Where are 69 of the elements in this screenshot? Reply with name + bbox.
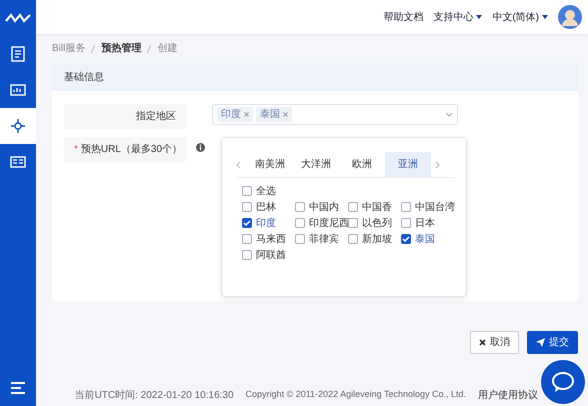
chart-card-icon [10, 84, 26, 96]
checkbox-label: 马来西 [256, 232, 286, 246]
section-header: 基础信息 [52, 63, 578, 91]
footer-time: 当前UTC时间: 2022-01-20 10:16:30 [74, 388, 234, 403]
checkbox-label: 新加坡 [362, 232, 392, 246]
checkbox[interactable] [348, 218, 358, 228]
terms-link[interactable]: 用户使用协议 [478, 388, 538, 403]
checkbox-label: 中国台湾 [415, 200, 455, 214]
header-link[interactable]: 支持中心 [433, 10, 482, 24]
checkbox-label: 全选 [256, 184, 276, 198]
checkbox[interactable] [348, 202, 358, 212]
chevron-down-icon [445, 112, 453, 117]
checkbox-label: 以色列 [362, 216, 392, 230]
required-mark: * [74, 144, 78, 155]
breadcrumb-separator-icon [147, 44, 152, 54]
checkbox[interactable] [295, 202, 305, 212]
region-tab[interactable]: 大洋洲 [293, 152, 339, 177]
checkbox-label: 中国内 [309, 200, 339, 214]
checkbox-label: 巴林 [256, 200, 276, 214]
checkbox[interactable] [401, 202, 411, 212]
document-icon [11, 46, 25, 62]
checkbox[interactable] [242, 218, 252, 228]
info-icon [196, 143, 205, 152]
checkbox[interactable] [242, 234, 252, 244]
avatar-icon[interactable] [558, 5, 582, 29]
chat-button[interactable] [541, 360, 585, 404]
sidebar-item[interactable] [0, 108, 36, 144]
paper-plane-icon [536, 338, 545, 347]
menu-icon[interactable] [10, 382, 26, 394]
checkbox[interactable] [401, 218, 411, 228]
checkbox[interactable] [242, 250, 252, 260]
checkbox-label: 阿联酋 [256, 248, 286, 262]
checkbox-label: 日本 [415, 216, 435, 230]
header-link[interactable]: 中文(简体) [492, 10, 548, 24]
region-select[interactable]: 印度 泰国 [212, 104, 458, 125]
checkbox[interactable] [242, 202, 252, 212]
logo-icon [5, 13, 31, 23]
id-card-icon [10, 156, 26, 168]
remove-icon[interactable] [283, 112, 288, 117]
network-icon [10, 118, 26, 134]
checkbox-label: 印度尼西 [309, 216, 349, 230]
checkbox[interactable] [348, 234, 358, 244]
checkbox-label: 菲律宾 [309, 232, 339, 246]
chevron-right-icon[interactable] [435, 160, 440, 168]
close-icon [479, 339, 486, 346]
tag-label: 印度 [221, 108, 241, 122]
checkbox-label: 中国香 [362, 200, 392, 214]
checkbox-label: 印度 [256, 216, 276, 230]
checkbox[interactable] [295, 234, 305, 244]
tag-label: 泰国 [260, 108, 280, 122]
cancel-button[interactable]: 取消 [470, 331, 519, 354]
chevron-left-icon[interactable] [236, 160, 241, 168]
region-tab[interactable]: 南美洲 [247, 152, 293, 177]
chat-bubble-icon [551, 371, 575, 393]
region-tab[interactable]: 亚洲 [385, 152, 431, 177]
breadcrumb-item[interactable]: 预热管理 [101, 41, 142, 56]
checkbox-label: 泰国 [415, 232, 435, 246]
checkbox[interactable] [295, 218, 305, 228]
region-tab[interactable]: 欧洲 [339, 152, 385, 177]
checkbox[interactable] [401, 234, 411, 244]
remove-icon[interactable] [244, 112, 249, 117]
header-link[interactable]: 帮助文档 [383, 10, 424, 24]
checkbox[interactable] [242, 186, 252, 196]
copyright-text: Copyright © 2011-2022 Agileveing Technology Co., Ltd. [246, 388, 466, 401]
field-label: 指定地区 [64, 104, 186, 129]
breadcrumb-separator-icon [91, 44, 96, 54]
submit-button[interactable]: 提交 [527, 331, 578, 354]
field-label: 预热URL（最多30个） [80, 144, 182, 155]
breadcrumb-item: 创建 [157, 42, 178, 56]
